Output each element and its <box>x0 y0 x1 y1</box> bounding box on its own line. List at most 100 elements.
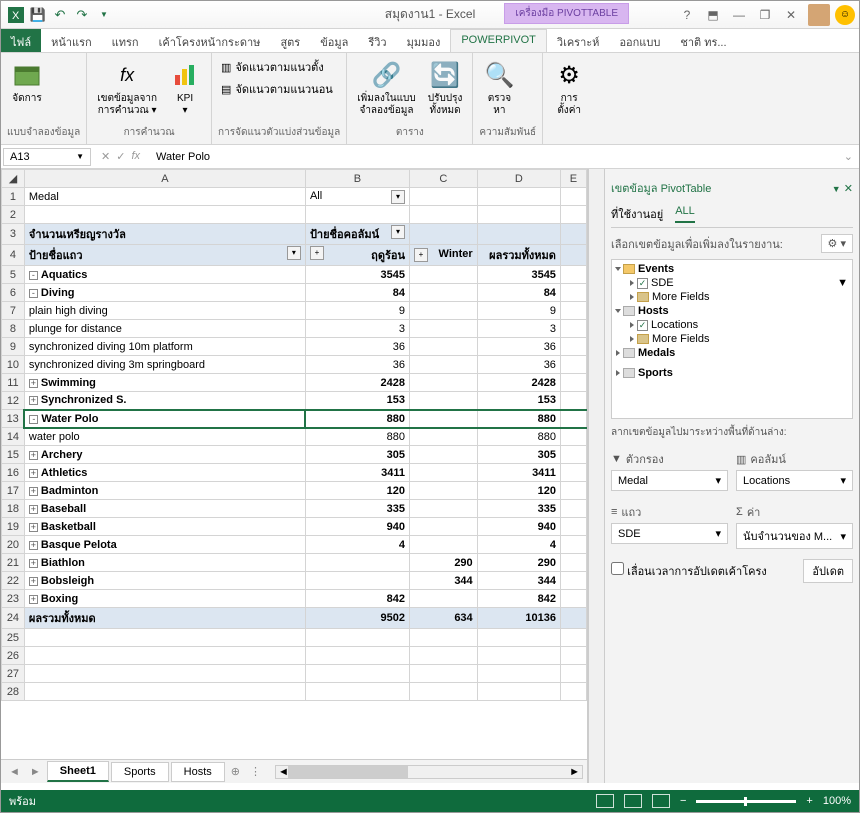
cell[interactable] <box>410 590 478 608</box>
tab-review[interactable]: รีวิว <box>358 29 396 52</box>
cell[interactable] <box>560 500 586 518</box>
cell[interactable]: 290 <box>477 554 560 572</box>
cell[interactable]: 335 <box>305 500 409 518</box>
row-header[interactable]: 7 <box>2 302 25 320</box>
pane-settings-button[interactable]: ⚙ ▾ <box>821 234 853 253</box>
tab-data[interactable]: ข้อมูล <box>310 29 358 52</box>
calc-field-button[interactable]: fx เขตข้อมูลจาก การคำนวณ ▾ <box>93 57 161 119</box>
sheet-tab[interactable]: Hosts <box>171 762 225 782</box>
cell[interactable]: 84 <box>305 284 409 302</box>
cell[interactable]: 36 <box>477 338 560 356</box>
cell[interactable]: 4 <box>305 536 409 554</box>
add-to-model-button[interactable]: 🔗 เพิ่มลงในแบบ จำลองข้อมูล <box>353 57 419 119</box>
field-table[interactable]: Hosts <box>638 305 669 317</box>
area-field-row[interactable]: SDE▾ <box>611 523 728 544</box>
cell[interactable]: 36 <box>305 356 409 374</box>
filter-icon[interactable]: ▼ <box>837 277 848 289</box>
expand-icon[interactable]: - <box>29 271 38 280</box>
cell[interactable]: +Boxing <box>24 590 305 608</box>
expand-icon[interactable]: + <box>29 487 38 496</box>
cell[interactable]: 2428 <box>477 374 560 392</box>
horizontal-scrollbar[interactable]: ◄► <box>275 765 583 779</box>
expand-icon[interactable]: + <box>29 451 38 460</box>
expand-icon[interactable]: + <box>29 469 38 478</box>
row-header[interactable]: 3 <box>2 224 25 245</box>
user-avatar[interactable] <box>808 4 830 26</box>
sheet-nav-prev-icon[interactable]: ◄ <box>5 766 24 778</box>
cell[interactable] <box>410 374 478 392</box>
cell[interactable]: -Water Polo <box>24 410 305 428</box>
cell[interactable]: 4 <box>477 536 560 554</box>
expand-icon[interactable] <box>616 370 620 376</box>
cell[interactable] <box>560 302 586 320</box>
cell[interactable] <box>410 338 478 356</box>
cell[interactable]: 344 <box>477 572 560 590</box>
tab-file[interactable]: ไฟล์ <box>1 29 41 52</box>
tab-powerpivot[interactable]: POWERPIVOT <box>450 29 547 52</box>
row-header[interactable]: 18 <box>2 500 25 518</box>
cell[interactable]: 120 <box>305 482 409 500</box>
help-icon[interactable]: ? <box>675 5 699 25</box>
row-header[interactable]: 14 <box>2 428 25 446</box>
cell[interactable] <box>560 554 586 572</box>
cell[interactable]: plain high diving <box>24 302 305 320</box>
cancel-formula-icon[interactable]: ✕ <box>101 150 110 163</box>
sheet-nav-next-icon[interactable]: ► <box>26 766 45 778</box>
expand-icon[interactable]: + <box>29 396 38 405</box>
cell[interactable]: +Bobsleigh <box>24 572 305 590</box>
row-header[interactable]: 2 <box>2 206 25 224</box>
cell[interactable]: ผลรวมทั้งหมด <box>24 608 305 629</box>
ribbon-toggle-icon[interactable]: ⬒ <box>701 5 725 25</box>
row-header[interactable]: 10 <box>2 356 25 374</box>
fx-button-icon[interactable]: fx <box>131 150 140 163</box>
enter-formula-icon[interactable]: ✓ <box>116 150 125 163</box>
col-header-C[interactable]: C <box>410 170 478 188</box>
chevron-down-icon[interactable]: ▾ <box>840 474 846 487</box>
cell[interactable]: ป้ายชื่อคอลัมน์▾ <box>305 224 409 245</box>
cell[interactable] <box>560 266 586 284</box>
field-list[interactable]: Events ✓SDE▼ More Fields Hosts ✓Location… <box>611 259 853 419</box>
cell[interactable]: 880 <box>305 410 409 428</box>
cell[interactable]: 880 <box>305 428 409 446</box>
field-table[interactable]: Events <box>638 263 674 275</box>
field-table[interactable]: Medals <box>638 347 675 359</box>
expand-icon[interactable]: - <box>29 415 38 424</box>
formula-input[interactable]: Water Polo <box>148 149 838 165</box>
chevron-down-icon[interactable]: ▼ <box>832 184 841 194</box>
cell[interactable]: -Aquatics <box>24 266 305 284</box>
row-header[interactable]: 27 <box>2 665 25 683</box>
expand-icon[interactable] <box>630 336 634 342</box>
cell[interactable] <box>560 482 586 500</box>
cell[interactable]: 335 <box>477 500 560 518</box>
cell[interactable] <box>410 392 478 410</box>
filter-button[interactable]: ▾ <box>391 190 405 204</box>
cell[interactable] <box>410 410 478 428</box>
cell[interactable] <box>410 482 478 500</box>
cell[interactable]: 10136 <box>477 608 560 629</box>
expand-button[interactable]: + <box>414 248 428 262</box>
new-sheet-icon[interactable]: ⊕ <box>227 765 244 778</box>
cell[interactable]: 36 <box>305 338 409 356</box>
cell[interactable]: 9 <box>305 302 409 320</box>
vertical-scrollbar[interactable] <box>588 169 604 783</box>
cell[interactable]: 3 <box>477 320 560 338</box>
row-header[interactable]: 21 <box>2 554 25 572</box>
area-field-filter[interactable]: Medal▾ <box>611 470 728 491</box>
cell[interactable] <box>560 410 586 428</box>
expand-icon[interactable] <box>615 267 621 271</box>
name-box[interactable]: A13▼ <box>3 148 91 166</box>
cell[interactable] <box>560 392 586 410</box>
expand-icon[interactable]: + <box>29 559 38 568</box>
area-field-value[interactable]: นับจำนวนของ M...▾ <box>736 523 853 549</box>
cell[interactable]: +Biathlon <box>24 554 305 572</box>
tab-insert[interactable]: แทรก <box>102 29 149 52</box>
cell[interactable] <box>560 428 586 446</box>
row-header[interactable]: 17 <box>2 482 25 500</box>
cell[interactable] <box>560 338 586 356</box>
cell[interactable]: 344 <box>410 572 478 590</box>
cell[interactable] <box>410 356 478 374</box>
cell[interactable] <box>560 446 586 464</box>
tab-more[interactable]: ชาติ ทร... <box>670 29 736 52</box>
cell[interactable]: +Athletics <box>24 464 305 482</box>
cell[interactable] <box>560 572 586 590</box>
